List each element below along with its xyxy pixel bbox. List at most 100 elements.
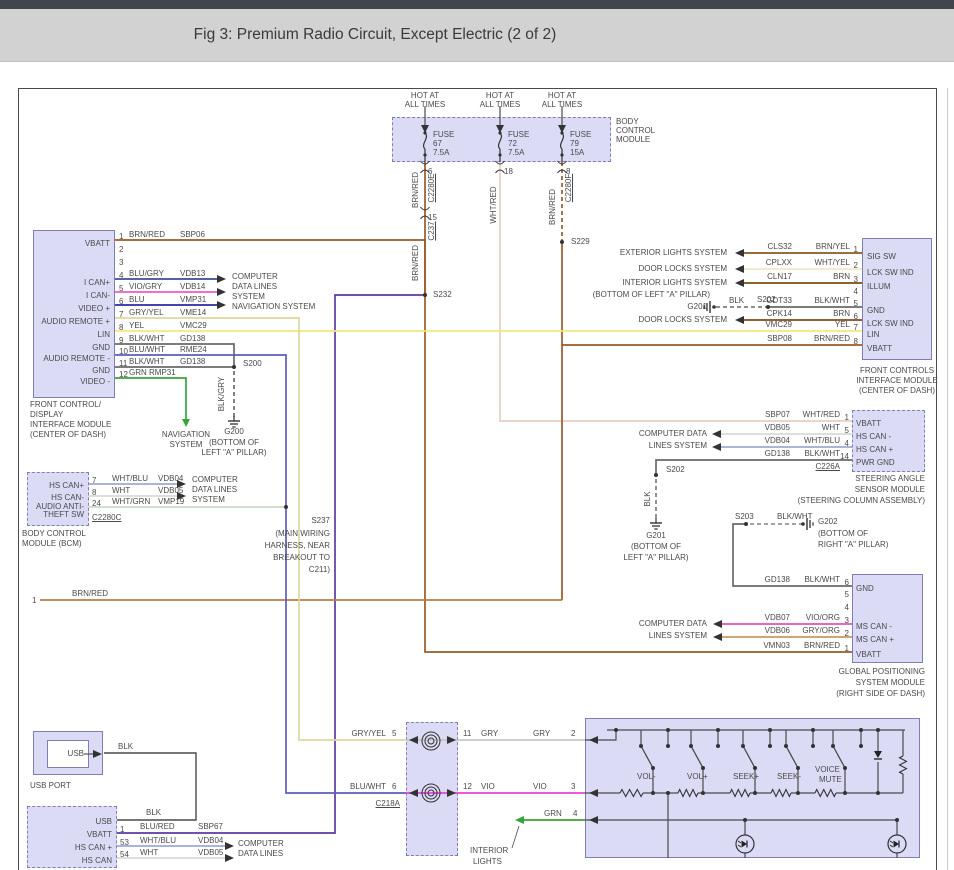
wire-label: BODY	[616, 118, 639, 126]
wire-label: HS CAN +	[856, 446, 893, 454]
wire-label: VIO	[481, 783, 495, 791]
wire-label: C2280E	[428, 174, 436, 203]
wire-label: 1	[845, 414, 849, 422]
wire-label: YEL	[835, 321, 850, 329]
wire-label: SBP07	[765, 411, 790, 419]
wire-label: WHT/RED	[803, 411, 840, 419]
wire-label: VDB04	[198, 837, 223, 845]
wire-label: VME14	[180, 309, 206, 317]
wire-label: GRY/YEL	[129, 309, 164, 317]
wire-label: CPLXX	[766, 259, 792, 267]
wire-label: BLK/WHT	[129, 358, 165, 366]
wire-label: AUDIO REMOTE +	[41, 318, 110, 326]
wire-label: WHT/BLU	[140, 837, 176, 845]
wire-label: HS CAN+	[49, 482, 84, 490]
wire-label: ALL TIMES	[542, 101, 582, 109]
wire-label: SYSTEM	[192, 496, 225, 504]
wire-label: GRN RMP31	[129, 369, 176, 377]
wire-label: FUSE	[508, 131, 529, 139]
wire-label: VDB13	[180, 270, 205, 278]
wire-label: FUSE	[433, 131, 454, 139]
wire-label: VIO	[533, 783, 547, 791]
wire-label: HS CAN +	[75, 844, 112, 852]
wire-label: C211)	[309, 566, 330, 574]
wire-label: DATA LINES	[232, 283, 277, 291]
wire-label: 79	[570, 140, 579, 148]
wire-label: 5	[392, 730, 396, 738]
wire-label: MS CAN +	[856, 636, 894, 644]
wire-label: COMPUTER	[192, 476, 238, 484]
wire-label: GRY	[481, 730, 498, 738]
wire-label: STEERING ANGLE	[855, 475, 925, 483]
wire-label: VDB05	[198, 849, 223, 857]
wire-label: MODULE	[616, 136, 650, 144]
wire-label: MS CAN -	[856, 623, 892, 631]
wire-label: 14	[840, 453, 849, 461]
wire-label: MUTE	[819, 776, 842, 784]
wire-label: 4	[845, 440, 849, 448]
wire-label: G202	[818, 518, 838, 526]
wire-label: ALL TIMES	[405, 101, 445, 109]
wire-label: COMPUTER	[232, 273, 278, 281]
wire-label: USB PORT	[30, 782, 71, 790]
wire-label: ILLUM	[867, 283, 891, 291]
wire-label: WHT/BLU	[112, 475, 148, 483]
wire-label: BRN/RED	[814, 335, 850, 343]
wire-label: 5	[845, 591, 849, 599]
wire-label: VMP31	[180, 296, 206, 304]
wire-label: BLK	[146, 809, 161, 817]
wire-label: SEEK-	[777, 773, 801, 781]
wire-label: GRY/YEL	[351, 730, 386, 738]
wire-label: COMPUTER	[238, 840, 284, 848]
wire-label: YEL	[129, 322, 144, 330]
wire-label: LCK SW IND	[867, 320, 914, 328]
wire-label: BLU	[129, 296, 145, 304]
wire-label: VDB05	[158, 487, 183, 495]
wire-label: COMPUTER DATA	[639, 620, 707, 628]
wire-label: EXTERIOR LIGHTS SYSTEM	[620, 249, 727, 257]
wire-label: SBP06	[180, 231, 205, 239]
wire-label: USB	[96, 818, 112, 826]
wire-label: BLK/WHT	[804, 576, 840, 584]
wire-label: 2	[119, 246, 123, 254]
wire-label: BODY CONTROL	[22, 530, 86, 538]
wire-label: BRN/RED	[72, 590, 108, 598]
wire-label: BLU/RED	[140, 823, 175, 831]
wire-label: LEFT "A" PILLAR)	[201, 449, 266, 457]
wire-label: SEEK+	[733, 773, 759, 781]
wire-label: 12	[463, 783, 472, 791]
wire-label: 4	[854, 288, 858, 296]
wire-label: HOT AT	[548, 92, 576, 100]
wire-label: USB	[68, 750, 84, 758]
wire-label: BRN/RED	[412, 172, 420, 208]
wire-label: BLK/WHT	[814, 297, 850, 305]
wire-label: 1	[119, 233, 123, 241]
wire-label: S229	[571, 238, 590, 246]
wire-label: 7	[854, 324, 858, 332]
wire-label: INTERIOR	[470, 847, 508, 855]
wire-label: SBP08	[767, 335, 792, 343]
wire-label: (BOTTOM OF	[209, 439, 259, 447]
wire-label: BLK	[729, 297, 744, 305]
wire-label: HOT AT	[411, 92, 439, 100]
wire-label: 15A	[570, 149, 584, 157]
wire-label: VMC29	[765, 321, 792, 329]
wire-label: 12	[119, 371, 128, 379]
wire-label: BLK/WHT	[804, 450, 840, 458]
wire-label: SYSTEM	[170, 441, 203, 449]
wire-label: 6	[854, 313, 858, 321]
wire-label: C2280C	[92, 514, 121, 522]
wire-label: (STEERING COLUMN ASSEMBLY)	[798, 497, 925, 505]
wire-label: BLU/WHT	[129, 346, 165, 354]
figure-title: Fig 3: Premium Radio Circuit, Except Ele…	[194, 26, 557, 44]
wire-label: 9	[119, 337, 123, 345]
wire-label: GRN	[544, 810, 562, 818]
wire-label: SIG SW	[867, 253, 896, 261]
wire-label: (CENTER OF DASH)	[30, 431, 106, 439]
wire-label: LIN	[98, 331, 110, 339]
wire-label: 6	[119, 298, 123, 306]
wire-label: 4	[119, 272, 123, 280]
wire-label: CONTROL	[616, 127, 655, 135]
wire-label: WHT/YEL	[814, 259, 850, 267]
wire-label: 3	[845, 617, 849, 625]
